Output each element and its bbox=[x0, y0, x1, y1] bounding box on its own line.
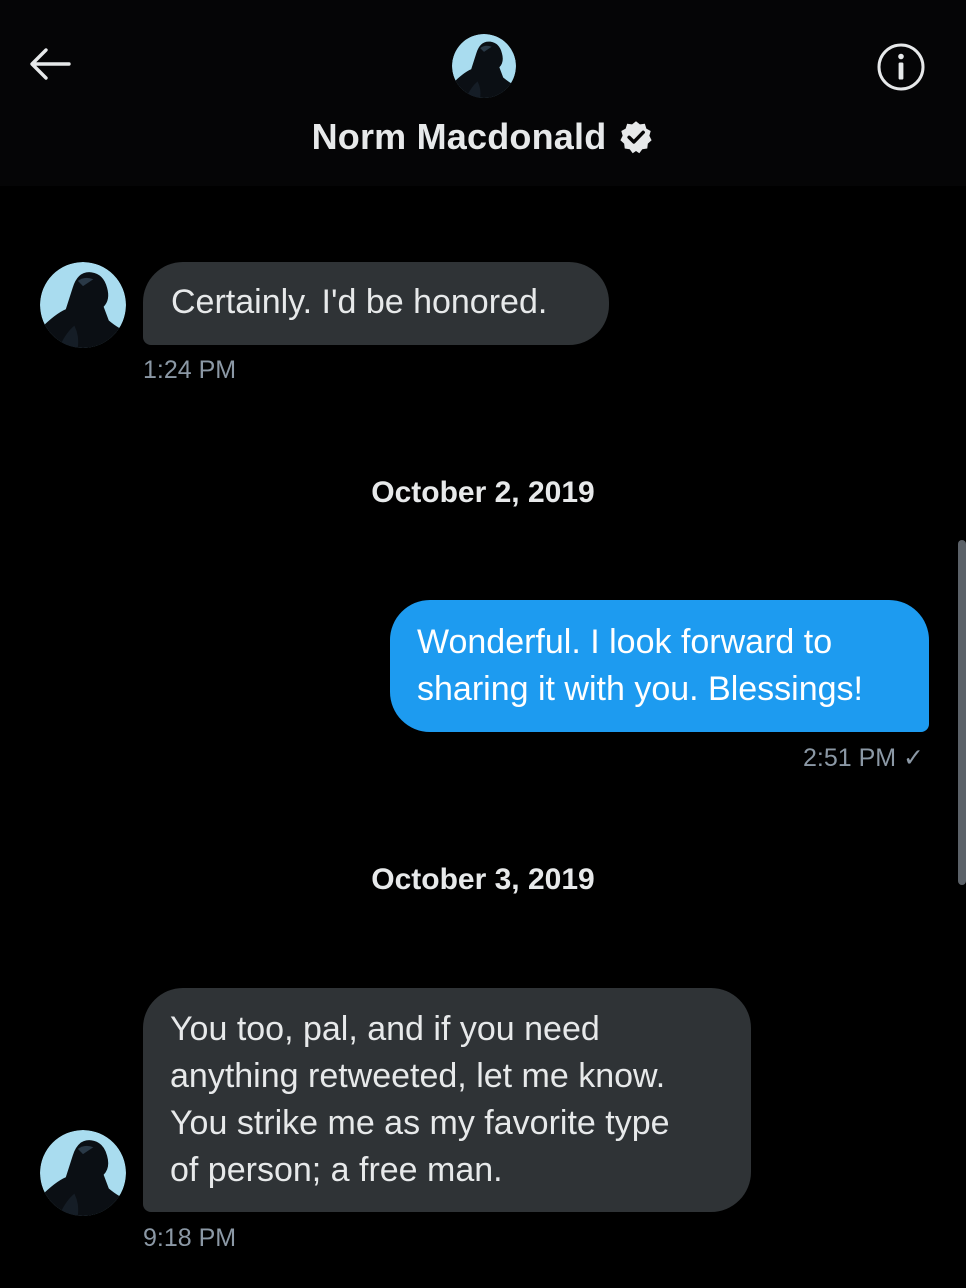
message-timestamp: 1:24 PM bbox=[143, 356, 237, 384]
message-line: sharing it with you. Blessings! bbox=[417, 670, 863, 708]
sender-avatar[interactable] bbox=[40, 262, 126, 348]
header-title[interactable]: Norm Macdonald bbox=[0, 116, 966, 158]
message-bubble-incoming[interactable]: Certainly. I'd be honored. bbox=[143, 262, 609, 345]
header-avatar[interactable] bbox=[452, 34, 516, 98]
date-separator: October 2, 2019 bbox=[371, 476, 595, 509]
message-timestamp: 9:18 PM bbox=[143, 1224, 237, 1252]
message-line: Wonderful. I look forward to bbox=[417, 623, 833, 661]
conversation-header: Norm Macdonald bbox=[0, 0, 966, 186]
message-bubble-incoming[interactable]: You too, pal, and if you need anything r… bbox=[143, 988, 751, 1212]
message-line: You too, pal, and if you need bbox=[170, 1010, 600, 1048]
back-button[interactable] bbox=[26, 40, 74, 88]
arrow-left-icon bbox=[30, 48, 71, 80]
message-line: of person; a free man. bbox=[170, 1151, 503, 1189]
info-icon bbox=[877, 43, 925, 91]
message-text: Certainly. I'd be honored. bbox=[171, 283, 548, 321]
message-line: anything retweeted, let me know. bbox=[170, 1057, 666, 1095]
sender-avatar[interactable] bbox=[40, 1130, 126, 1216]
scrollbar[interactable] bbox=[958, 540, 966, 885]
verified-badge-icon bbox=[620, 121, 653, 154]
info-button[interactable] bbox=[874, 40, 928, 94]
message-bubble-outgoing[interactable]: Wonderful. I look forward to sharing it … bbox=[390, 600, 929, 732]
date-separator: October 3, 2019 bbox=[371, 863, 595, 896]
message-timestamp: 2:51 PM ✓ bbox=[803, 744, 924, 772]
contact-name: Norm Macdonald bbox=[311, 116, 607, 157]
message-line: You strike me as my favorite type bbox=[170, 1104, 670, 1142]
